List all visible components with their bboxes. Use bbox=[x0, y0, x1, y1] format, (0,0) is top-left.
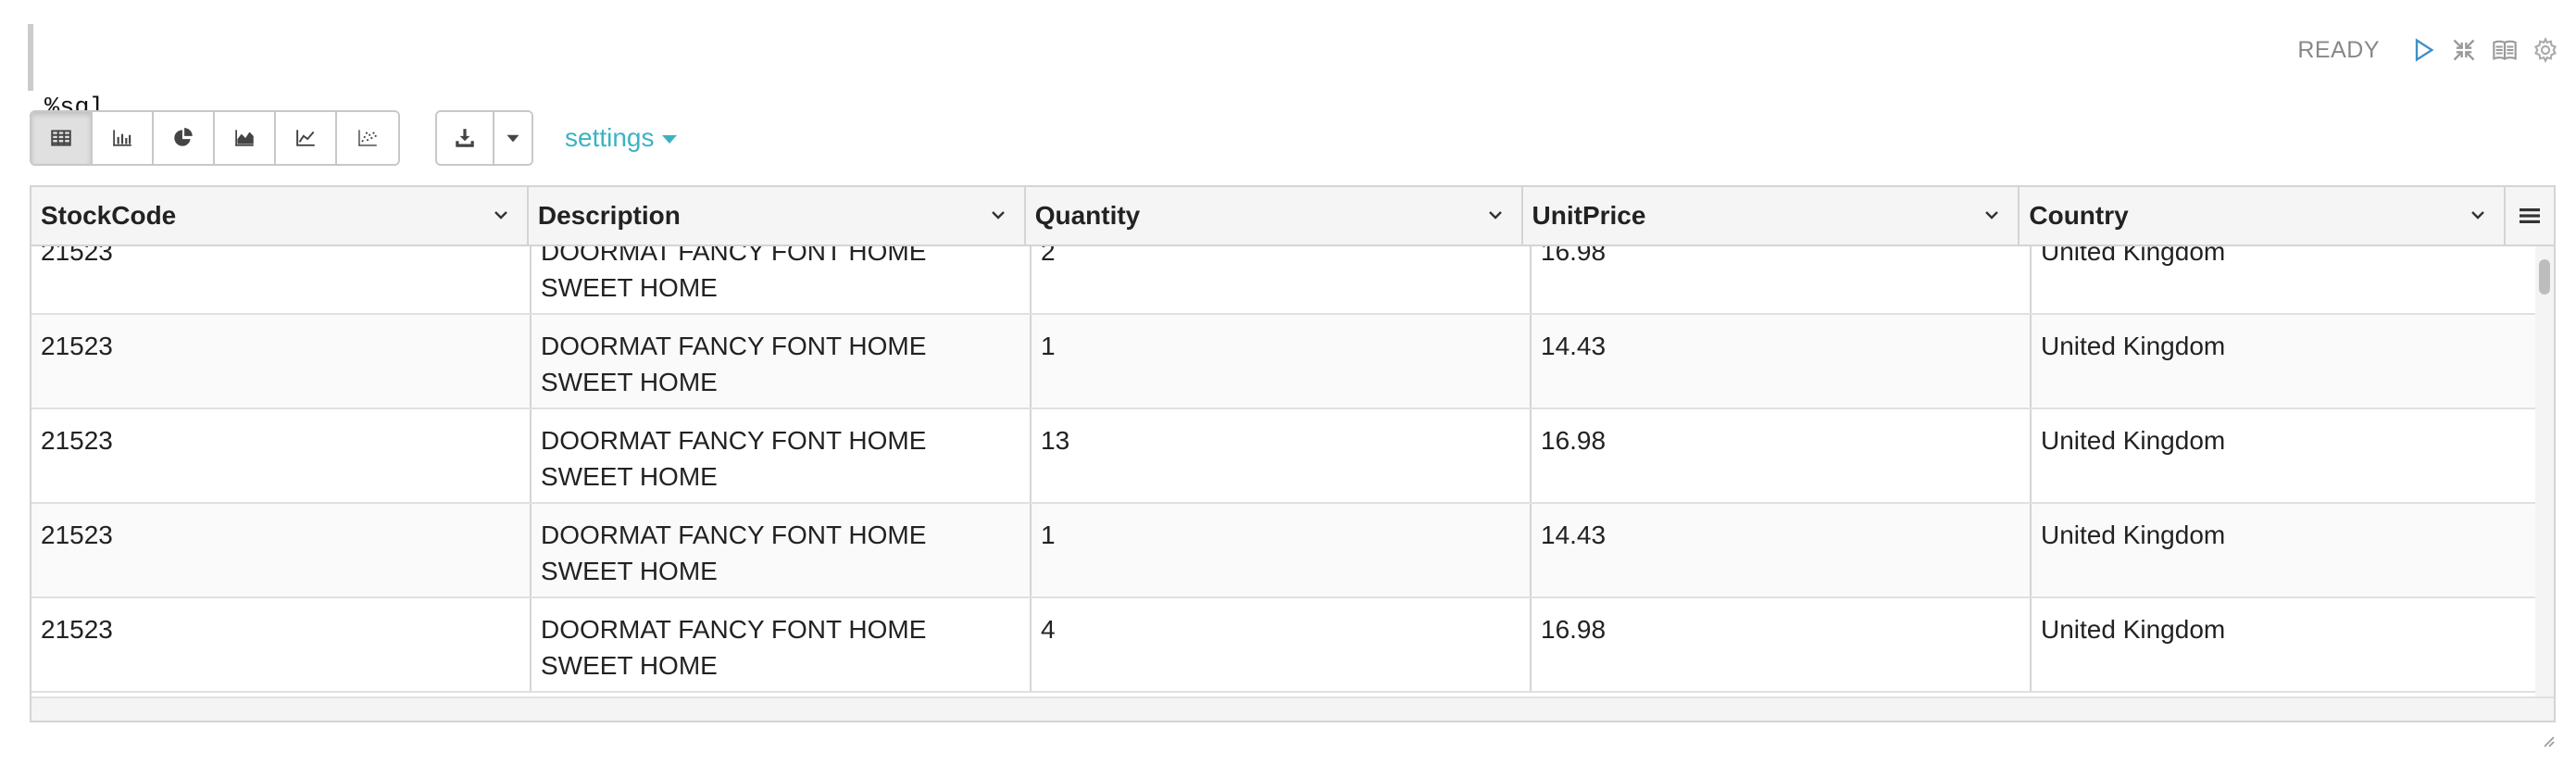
table-row[interactable]: 21523 DOORMAT FANCY FONT HOME SWEET HOME 4… bbox=[31, 598, 2539, 693]
table-cell[interactable]: United Kingdom bbox=[2032, 504, 2539, 596]
download-button[interactable] bbox=[437, 112, 494, 164]
resize-handle-icon[interactable] bbox=[2539, 732, 2556, 748]
table-header: StockCode Description Quantity UnitPrice… bbox=[31, 187, 2554, 246]
table-cell[interactable]: 2 bbox=[1032, 246, 1532, 313]
pie-chart-icon bbox=[174, 128, 193, 146]
line-chart-button[interactable] bbox=[276, 112, 337, 164]
area-chart-button[interactable] bbox=[215, 112, 276, 164]
table-cell[interactable]: 16.98 bbox=[1532, 246, 2032, 313]
column-header-label: UnitPrice bbox=[1532, 201, 1646, 230]
table-cell[interactable]: United Kingdom bbox=[2032, 246, 2539, 313]
gear-icon[interactable] bbox=[2532, 36, 2559, 64]
settings-dropdown[interactable]: settings bbox=[565, 123, 677, 153]
table-cell[interactable]: 13 bbox=[1032, 409, 1532, 502]
table-cell[interactable]: 21523 bbox=[31, 246, 531, 313]
table-rows: 21523 DOORMAT FANCY FONT HOME SWEET HOME 2… bbox=[31, 246, 2539, 693]
bar-chart-icon bbox=[113, 130, 131, 146]
visualization-toolbar: settings bbox=[30, 110, 677, 166]
table-cell[interactable]: 1 bbox=[1032, 504, 1532, 596]
table-icon bbox=[51, 130, 71, 146]
chevron-down-icon[interactable] bbox=[2469, 201, 2487, 231]
table-cell[interactable]: 21523 bbox=[31, 315, 531, 408]
table-cell[interactable]: 21523 bbox=[31, 598, 531, 691]
table-cell[interactable]: United Kingdom bbox=[2032, 409, 2539, 502]
table-row[interactable]: 21523 DOORMAT FANCY FONT HOME SWEET HOME 1… bbox=[31, 504, 2539, 598]
chevron-down-icon[interactable] bbox=[1486, 201, 1505, 231]
book-icon[interactable] bbox=[2491, 36, 2519, 64]
column-header-unitprice[interactable]: UnitPrice bbox=[1523, 187, 2020, 245]
table-body[interactable]: 21523 DOORMAT FANCY FONT HOME SWEET HOME 2… bbox=[31, 246, 2539, 700]
table-cell[interactable]: 1 bbox=[1032, 315, 1532, 408]
table-cell[interactable]: 4 bbox=[1032, 598, 1532, 691]
table-cell[interactable]: United Kingdom bbox=[2032, 315, 2539, 408]
caret-down-icon bbox=[506, 134, 519, 143]
scatter-chart-icon bbox=[358, 130, 377, 146]
column-header-stockcode[interactable]: StockCode bbox=[31, 187, 529, 245]
download-icon bbox=[456, 129, 474, 147]
column-header-quantity[interactable]: Quantity bbox=[1026, 187, 1523, 245]
pie-chart-button[interactable] bbox=[154, 112, 215, 164]
table-cell[interactable]: 21523 bbox=[31, 409, 531, 502]
table-row[interactable]: 21523 DOORMAT FANCY FONT HOME SWEET HOME 2… bbox=[31, 246, 2539, 315]
chart-type-buttons bbox=[30, 110, 400, 166]
table-cell[interactable]: DOORMAT FANCY FONT HOME SWEET HOME bbox=[531, 598, 1032, 691]
scatter-chart-button[interactable] bbox=[337, 112, 398, 164]
line-chart-icon bbox=[296, 130, 315, 146]
paragraph-status: READY bbox=[2297, 36, 2380, 63]
table-cell[interactable]: DOORMAT FANCY FONT HOME SWEET HOME bbox=[531, 246, 1032, 313]
run-icon[interactable] bbox=[2409, 36, 2437, 64]
table-view-button[interactable] bbox=[31, 112, 93, 164]
table-cell[interactable]: 14.43 bbox=[1532, 315, 2032, 408]
hamburger-menu-icon bbox=[2520, 208, 2541, 223]
column-header-country[interactable]: Country bbox=[2020, 187, 2507, 245]
caret-down-icon bbox=[661, 135, 677, 144]
table-row[interactable]: 21523 DOORMAT FANCY FONT HOME SWEET HOME 1… bbox=[31, 315, 2539, 409]
table-cell[interactable]: 16.98 bbox=[1532, 409, 2032, 502]
settings-label: settings bbox=[565, 123, 655, 152]
area-chart-icon bbox=[235, 130, 254, 146]
column-header-label: StockCode bbox=[41, 201, 177, 230]
column-header-label: Quantity bbox=[1034, 201, 1141, 230]
scrollbar-thumb[interactable] bbox=[2539, 259, 2550, 295]
result-table: StockCode Description Quantity UnitPrice… bbox=[30, 185, 2556, 722]
table-cell[interactable]: DOORMAT FANCY FONT HOME SWEET HOME bbox=[531, 409, 1032, 502]
collapse-icon[interactable] bbox=[2450, 36, 2478, 64]
table-cell[interactable]: 21523 bbox=[31, 504, 531, 596]
table-cell[interactable]: 14.43 bbox=[1532, 504, 2032, 596]
table-row[interactable]: 21523 DOORMAT FANCY FONT HOME SWEET HOME 1… bbox=[31, 409, 2539, 504]
bar-chart-button[interactable] bbox=[93, 112, 154, 164]
download-button-group bbox=[435, 110, 533, 166]
chevron-down-icon[interactable] bbox=[492, 201, 510, 231]
code-editor[interactable]: %sql select * from current_inventory_del… bbox=[44, 30, 2576, 217]
paragraph-controls: READY bbox=[2297, 31, 2559, 69]
table-cell[interactable]: 16.98 bbox=[1532, 598, 2032, 691]
vertical-scrollbar[interactable] bbox=[2535, 246, 2554, 700]
column-header-label: Country bbox=[2029, 201, 2129, 230]
table-cell[interactable]: DOORMAT FANCY FONT HOME SWEET HOME bbox=[531, 504, 1032, 596]
table-cell[interactable]: DOORMAT FANCY FONT HOME SWEET HOME bbox=[531, 315, 1032, 408]
column-header-label: Description bbox=[537, 201, 681, 230]
chevron-down-icon[interactable] bbox=[1982, 201, 2001, 231]
paragraph-gutter-bar bbox=[28, 24, 33, 91]
table-cell[interactable]: United Kingdom bbox=[2032, 598, 2539, 691]
chevron-down-icon[interactable] bbox=[989, 201, 1007, 231]
horizontal-scrollbar[interactable] bbox=[31, 696, 2554, 721]
download-dropdown-button[interactable] bbox=[494, 112, 531, 164]
column-header-description[interactable]: Description bbox=[529, 187, 1026, 245]
grid-menu-button[interactable] bbox=[2506, 187, 2554, 245]
